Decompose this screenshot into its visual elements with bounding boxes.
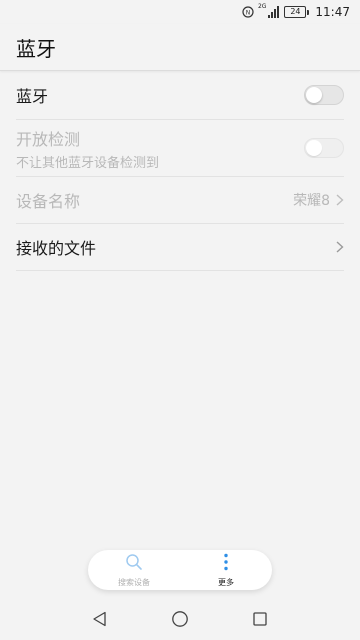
clock: 11:47 <box>315 5 350 19</box>
bluetooth-label: 蓝牙 <box>16 87 49 106</box>
discoverable-subtitle: 不让其他蓝牙设备检测到 <box>16 155 160 171</box>
status-bar: N 2G 24 11:47 <box>0 0 360 24</box>
received-files-label: 接收的文件 <box>16 239 97 258</box>
battery-level: 24 <box>284 6 307 18</box>
vibrate-icon: N <box>242 6 254 18</box>
search-icon <box>125 553 143 575</box>
more-label: 更多 <box>218 577 234 587</box>
more-button[interactable]: 更多 <box>186 553 266 588</box>
more-vertical-icon <box>223 553 229 575</box>
search-devices-label: 搜索设备 <box>118 577 150 587</box>
device-name-value: 荣耀8 <box>293 193 330 209</box>
bluetooth-switch[interactable] <box>304 85 344 105</box>
battery-icon: 24 <box>284 6 310 18</box>
received-files-row[interactable]: 接收的文件 <box>16 224 344 271</box>
discoverable-label: 开放检测 <box>16 129 81 149</box>
search-devices-button[interactable]: 搜索设备 <box>94 553 174 588</box>
discoverable-switch <box>304 138 344 158</box>
switch-knob <box>306 87 322 103</box>
device-name-label: 设备名称 <box>16 192 81 211</box>
discoverable-row: 开放检测 不让其他蓝牙设备检测到 <box>16 120 344 177</box>
back-icon[interactable] <box>80 599 120 639</box>
network-type: 2G <box>257 3 267 10</box>
recents-icon[interactable] <box>240 599 280 639</box>
svg-text:N: N <box>246 9 251 16</box>
chevron-right-icon <box>336 241 344 253</box>
signal-icon <box>268 6 280 18</box>
system-nav-bar <box>0 598 360 640</box>
page-title: 蓝牙 <box>16 36 56 61</box>
bottom-action-bar: 搜索设备 更多 <box>88 550 272 590</box>
bluetooth-toggle-row[interactable]: 蓝牙 <box>16 71 344 120</box>
settings-list: 蓝牙 开放检测 不让其他蓝牙设备检测到 设备名称 荣耀8 接收的文件 <box>0 71 360 271</box>
device-name-value-group: 荣耀8 <box>293 190 344 210</box>
bluetooth-settings-screen: N 2G 24 11:47 蓝牙 蓝牙 开放检测 不让其他蓝牙设备检测到 设备名… <box>0 0 360 640</box>
page-title-bar: 蓝牙 <box>0 24 360 71</box>
home-icon[interactable] <box>160 599 200 639</box>
switch-knob <box>306 140 322 156</box>
device-name-row: 设备名称 荣耀8 <box>16 177 344 224</box>
chevron-right-icon <box>336 194 344 206</box>
